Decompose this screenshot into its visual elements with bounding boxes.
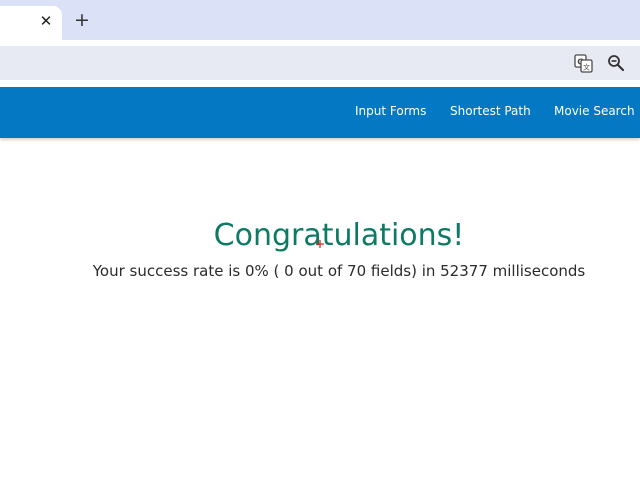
- svg-text:文: 文: [583, 63, 590, 72]
- mouse-cursor-marker: [316, 233, 324, 248]
- plus-icon[interactable]: +: [73, 11, 91, 30]
- close-icon[interactable]: ✕: [38, 13, 54, 29]
- main-content: Congratulations! Your success rate is 0%…: [0, 138, 640, 480]
- nav-link-movie-search[interactable]: Movie Search: [554, 104, 635, 118]
- address-bar[interactable]: G 文: [0, 46, 640, 80]
- nav-link-shortest-path[interactable]: Shortest Path: [450, 104, 531, 118]
- nav-link-input-forms[interactable]: Input Forms: [355, 104, 426, 118]
- translate-icon[interactable]: G 文: [574, 54, 593, 73]
- browser-tab-strip: ✕ +: [0, 0, 640, 40]
- browser-toolbar: G 文: [0, 40, 640, 87]
- success-rate-text: Your success rate is 0% ( 0 out of 70 fi…: [92, 262, 586, 280]
- site-navbar: Input Forms Shortest Path Movie Search: [0, 87, 640, 138]
- zoom-out-icon[interactable]: [607, 54, 625, 72]
- browser-tab[interactable]: ✕: [0, 6, 62, 40]
